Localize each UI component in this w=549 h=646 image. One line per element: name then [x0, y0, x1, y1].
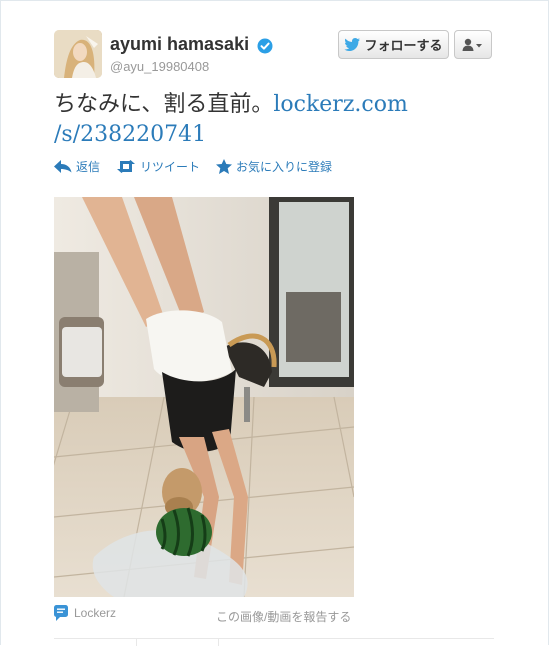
avatar-photo	[54, 30, 102, 78]
divider	[136, 638, 137, 646]
report-media-link[interactable]: この画像/動画を報告する	[216, 608, 351, 625]
photo-image	[54, 197, 354, 597]
divider	[218, 638, 219, 646]
user-actions-button[interactable]	[454, 30, 492, 59]
verified-badge-icon	[257, 38, 273, 54]
divider	[54, 638, 494, 639]
chevron-down-icon	[476, 43, 482, 47]
retweet-icon	[117, 160, 136, 173]
star-icon	[216, 159, 233, 174]
media-source[interactable]: Lockerz	[54, 605, 116, 621]
avatar[interactable]	[54, 30, 102, 78]
media-source-label: Lockerz	[74, 606, 117, 620]
tweet-link-path[interactable]: /s/238220741	[54, 122, 206, 147]
favorite-action[interactable]: お気に入りに登録	[216, 158, 332, 175]
tweet-link-domain[interactable]: lockerz.com	[273, 92, 407, 117]
follow-button[interactable]: フォローする	[338, 30, 449, 59]
twitter-bird-icon	[344, 38, 361, 51]
reply-label: 返信	[76, 160, 101, 174]
speech-bubble-icon	[54, 605, 68, 621]
user-icon	[462, 38, 482, 51]
follow-button-label: フォローする	[364, 38, 443, 53]
retweet-label: リツイート	[140, 160, 201, 174]
tweet-actions: 返信 リツイート お気に入りに登録	[54, 158, 332, 175]
tweet-text: ちなみに、割る直前。lockerz.com /s/238220741	[54, 90, 434, 150]
reply-action[interactable]: 返信	[54, 158, 100, 175]
favorite-label: お気に入りに登録	[236, 160, 333, 174]
retweet-action[interactable]: リツイート	[116, 158, 200, 175]
display-name[interactable]: ayumi hamasaki	[110, 34, 249, 55]
attached-photo[interactable]	[54, 197, 354, 597]
user-handle[interactable]: @ayu_19980408	[110, 59, 209, 74]
reply-arrow-icon	[54, 160, 72, 173]
tweet-body: ちなみに、割る直前。	[54, 92, 274, 117]
